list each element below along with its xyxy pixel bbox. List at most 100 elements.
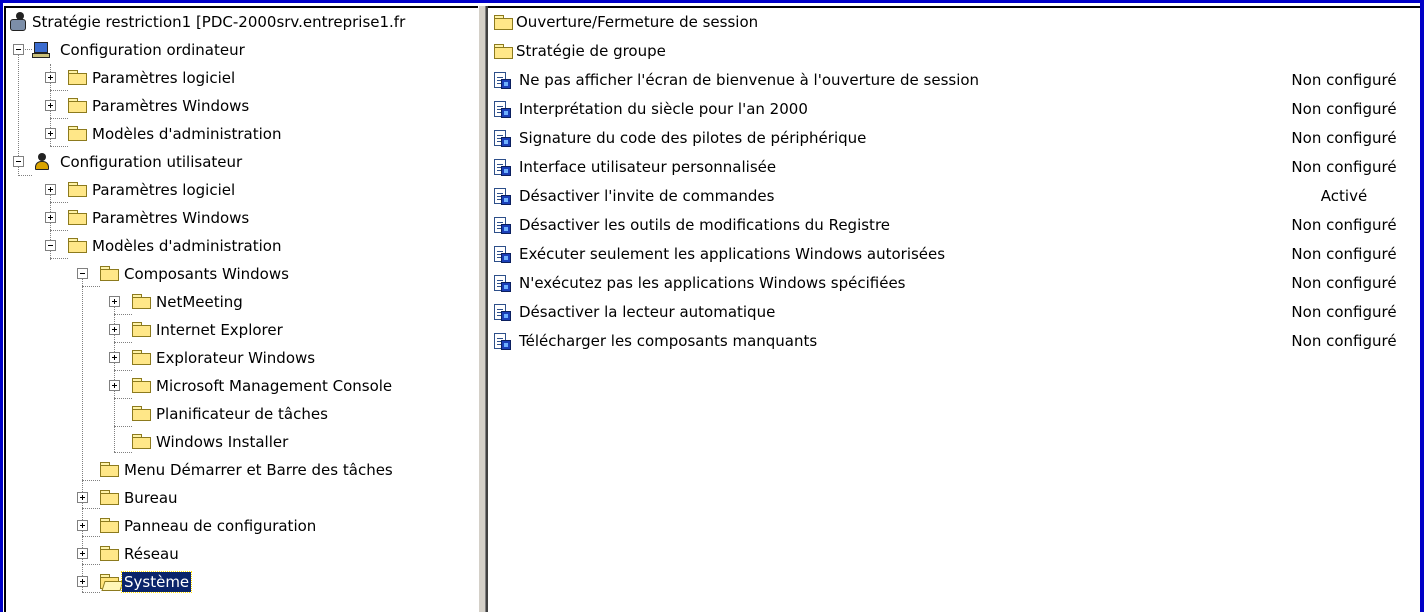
tree-connector (114, 398, 132, 399)
list-item-policy[interactable]: Désactiver la lecteur automatique Non co… (492, 298, 1412, 327)
collapse-icon[interactable] (45, 240, 56, 251)
collapse-icon[interactable] (13, 44, 24, 55)
tree-item-label: Windows Installer (156, 433, 289, 451)
console-tree[interactable]: Stratégie restriction1 [PDC-2000srv.entr… (4, 6, 478, 612)
tree-item-label: Menu Démarrer et Barre des tâches (124, 461, 393, 479)
folder-icon (100, 490, 119, 505)
policy-name: N'exécutez pas les applications Windows … (519, 274, 906, 292)
policy-name: Interprétation du siècle pour l'an 2000 (519, 100, 808, 118)
policy-setting-icon (492, 217, 512, 235)
tree-item-label: Composants Windows (124, 265, 289, 283)
folder-icon (132, 378, 151, 393)
expand-icon[interactable] (45, 72, 56, 83)
tree-item-label: Explorateur Windows (156, 349, 316, 367)
tree-connector (50, 258, 68, 259)
tree-connector (50, 230, 68, 231)
expand-icon[interactable] (45, 184, 56, 195)
folder-icon (68, 126, 87, 141)
policy-state: Activé (1320, 187, 1368, 205)
computer-icon (32, 40, 52, 60)
tree-item-label: NetMeeting (156, 293, 243, 311)
pane-splitter[interactable] (478, 6, 488, 612)
expand-icon[interactable] (45, 100, 56, 111)
tree-item-label: Paramètres Windows (92, 209, 250, 227)
expand-icon[interactable] (77, 492, 88, 503)
expand-icon[interactable] (77, 548, 88, 559)
folder-icon (132, 350, 151, 365)
tree-connector (82, 286, 100, 287)
folder-icon (68, 238, 87, 253)
policy-state: Non configuré (1291, 332, 1397, 350)
expand-icon[interactable] (109, 296, 120, 307)
tree-connector (114, 342, 132, 343)
tree-item-label: Microsoft Management Console (156, 377, 393, 395)
policy-state: Non configuré (1291, 100, 1397, 118)
folder-icon (68, 98, 87, 113)
folder-icon (100, 546, 119, 561)
tree-connector (82, 564, 100, 565)
policy-name: Exécuter seulement les applications Wind… (519, 245, 946, 263)
policy-name: Télécharger les composants manquants (519, 332, 818, 350)
list-item-policy[interactable]: Désactiver les outils de modifications d… (492, 211, 1412, 240)
folder-icon (494, 15, 513, 30)
folder-icon (100, 462, 119, 477)
list-item-policy[interactable]: Désactiver l'invite de commandes Activé (492, 182, 1412, 211)
tree-connector (114, 300, 115, 452)
expand-icon[interactable] (45, 212, 56, 223)
folder-icon (100, 266, 119, 281)
tree-item-label: Paramètres logiciel (92, 69, 236, 87)
user-icon (32, 152, 52, 172)
list-item-policy[interactable]: Ne pas afficher l'écran de bienvenue à l… (492, 66, 1412, 95)
policy-state: Non configuré (1291, 274, 1397, 292)
tree-item-label: Configuration ordinateur (60, 41, 245, 59)
list-item-policy[interactable]: Interface utilisateur personnalisée Non … (492, 153, 1412, 182)
tree-item-label: Panneau de configuration (124, 517, 317, 535)
tree-connector (114, 370, 132, 371)
policy-name: Désactiver les outils de modifications d… (519, 216, 891, 234)
tree-item-label: Paramètres logiciel (92, 181, 236, 199)
folder-icon (132, 294, 151, 309)
expand-icon[interactable] (77, 576, 88, 587)
list-item-policy[interactable]: Exécuter seulement les applications Wind… (492, 240, 1412, 269)
collapse-icon[interactable] (13, 156, 24, 167)
folder-icon (68, 210, 87, 225)
tree-connector (50, 118, 68, 119)
list-item-folder[interactable]: Ouverture/Fermeture de session (492, 8, 1412, 37)
collapse-icon[interactable] (77, 268, 88, 279)
folder-icon (68, 182, 87, 197)
folder-icon (132, 434, 151, 449)
list-item-policy[interactable]: N'exécutez pas les applications Windows … (492, 269, 1412, 298)
list-item-policy[interactable]: Interprétation du siècle pour l'an 2000 … (492, 95, 1412, 124)
policy-setting-icon (492, 159, 512, 177)
expand-icon[interactable] (109, 352, 120, 363)
policy-setting-icon (492, 72, 512, 90)
policy-setting-icon (492, 333, 512, 351)
details-list[interactable]: Ouverture/Fermeture de session Stratégie… (488, 6, 1420, 612)
tree-item-label: Planificateur de tâches (156, 405, 328, 423)
tree-item-label: Système (120, 571, 193, 593)
expand-icon[interactable] (109, 324, 120, 335)
list-item-policy[interactable]: Télécharger les composants manquants Non… (492, 327, 1412, 356)
list-item-name: Stratégie de groupe (516, 42, 666, 60)
tree-connector (50, 202, 68, 203)
policy-name: Signature du code des pilotes de périphé… (519, 129, 867, 147)
expand-icon[interactable] (77, 520, 88, 531)
tree-item-label: Modèles d'administration (92, 237, 282, 255)
open-folder-icon (100, 574, 119, 589)
policy-setting-icon (492, 130, 512, 148)
tree-item-label: Modèles d'administration (92, 125, 282, 143)
tree-item-label: Réseau (124, 545, 179, 563)
policy-name: Désactiver la lecteur automatique (519, 303, 776, 321)
list-item-folder[interactable]: Stratégie de groupe (492, 37, 1412, 66)
policy-root-icon (8, 12, 28, 32)
expand-icon[interactable] (109, 380, 120, 391)
folder-icon (68, 70, 87, 85)
list-item-name: Ouverture/Fermeture de session (516, 13, 759, 31)
tree-connector (82, 480, 100, 481)
policy-name: Désactiver l'invite de commandes (519, 187, 775, 205)
policy-setting-icon (492, 188, 512, 206)
policy-state: Non configuré (1291, 129, 1397, 147)
list-item-policy[interactable]: Signature du code des pilotes de périphé… (492, 124, 1412, 153)
folder-icon (494, 44, 513, 59)
expand-icon[interactable] (45, 128, 56, 139)
